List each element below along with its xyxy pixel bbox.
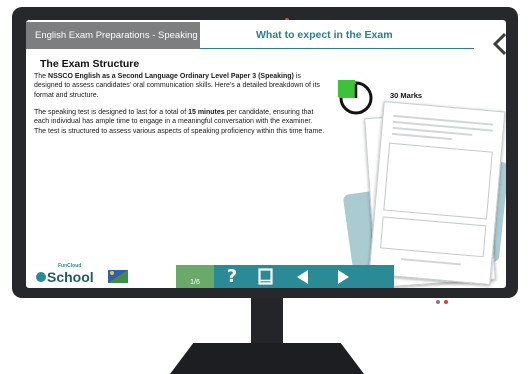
p1-text-start: The bbox=[34, 73, 49, 80]
section-title: The Exam Structure bbox=[40, 58, 140, 70]
paragraph-duration: The speaking test is designed to last fo… bbox=[34, 108, 326, 136]
page-indicator: 1/6 bbox=[176, 265, 214, 288]
book-icon bbox=[257, 268, 273, 285]
p2-text-start: The speaking test is designed to last fo… bbox=[34, 109, 189, 116]
prev-arrow-icon bbox=[297, 269, 308, 284]
p2-bold-text: 15 minutes bbox=[188, 109, 225, 116]
back-chevron-icon bbox=[492, 32, 506, 56]
course-title-tab: English Exam Preparations - Speaking bbox=[26, 22, 200, 49]
previous-page-button[interactable] bbox=[288, 265, 318, 288]
monitor-stand-base bbox=[170, 343, 364, 374]
monitor-stand-neck bbox=[251, 298, 283, 346]
p1-bold-text: NSSCO English as a Second Language Ordin… bbox=[48, 73, 294, 80]
page-title: What to expect in the Exam bbox=[256, 29, 393, 41]
glossary-button[interactable] bbox=[250, 265, 280, 288]
help-icon: ? bbox=[226, 266, 238, 287]
exam-paper-stack bbox=[342, 101, 506, 288]
next-arrow-icon bbox=[338, 269, 349, 284]
next-page-button[interactable] bbox=[328, 265, 358, 288]
title-underline bbox=[200, 48, 474, 49]
bezel-leds bbox=[436, 291, 452, 309]
back-button[interactable] bbox=[492, 32, 506, 61]
marks-label: 30 Marks bbox=[390, 91, 423, 100]
screen: English Exam Preparations - Speaking Wha… bbox=[26, 20, 506, 288]
school-logo: FunCloud School bbox=[36, 263, 132, 288]
help-button[interactable]: ? bbox=[218, 265, 246, 288]
logo-text: School bbox=[47, 269, 94, 285]
paragraph-structure: The NSSCO English as a Second Language O… bbox=[34, 72, 326, 100]
exam-paper-front bbox=[368, 101, 506, 285]
